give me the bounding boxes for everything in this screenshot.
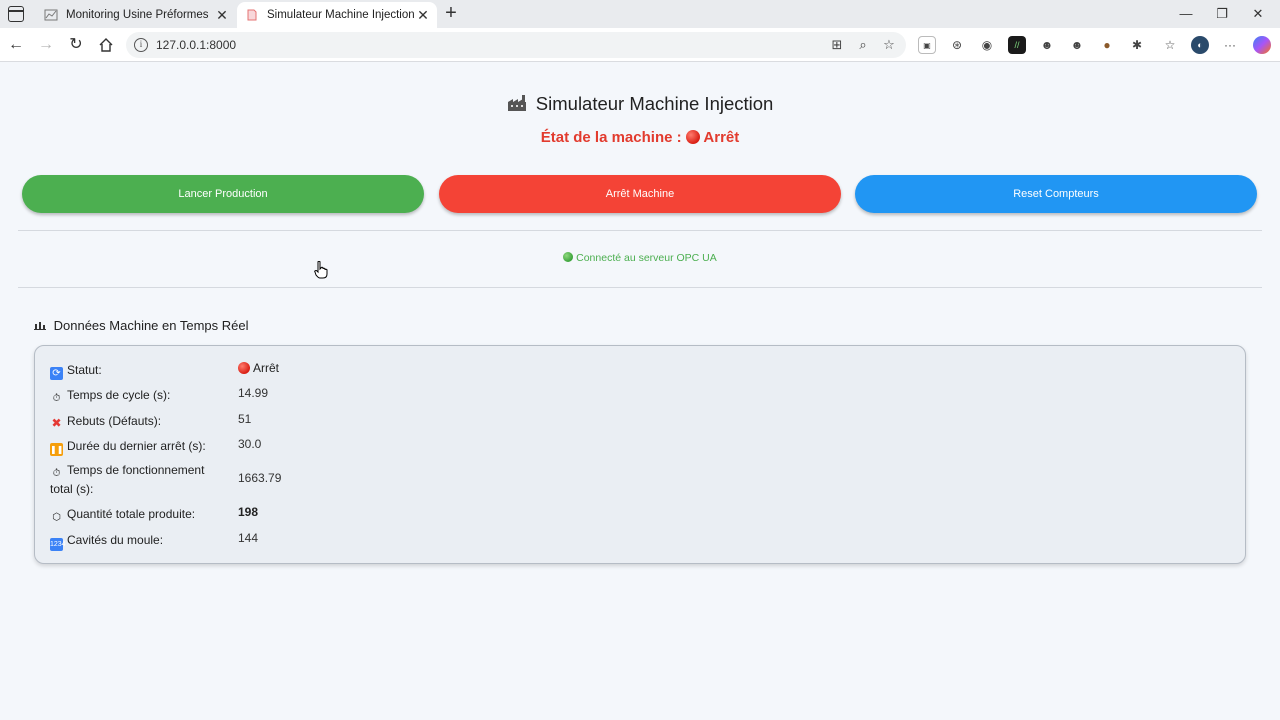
zoom-icon[interactable]: ⌕ [854,36,872,54]
extensions-puzzle-icon[interactable]: ✱ [1128,36,1146,54]
avatar[interactable]: ◐ [1191,36,1209,54]
tab-title: Simulateur Machine Injection [267,9,415,21]
machine-state-label: État de la machine : [540,129,682,146]
tab-monitoring[interactable]: Monitoring Usine Préformes ✕ [36,2,236,28]
new-tab-icon[interactable]: + [442,3,460,23]
extension-icon[interactable]: ☻ [1068,36,1086,54]
page-title-text: Simulateur Machine Injection [535,93,774,114]
cross-mark-icon: ✖ [51,416,62,430]
data-label: ⟳ Statut: [50,361,220,380]
extension-icon[interactable]: ◉ [978,36,996,54]
browser-tab-bar: Monitoring Usine Préformes ✕ Simulateur … [0,0,1280,28]
more-menu-icon[interactable]: ··· [1221,36,1239,54]
extension-icon[interactable]: // [1008,36,1026,54]
extension-icon[interactable]: ▣ [918,36,936,54]
close-window-icon[interactable]: ✕ [1248,4,1268,24]
site-info-icon[interactable]: i [134,38,148,52]
red-circle-icon [238,362,250,374]
data-value: Arrêt [238,361,279,375]
data-value: 51 [238,412,252,426]
minimize-icon[interactable]: — [1176,4,1196,24]
forward-icon[interactable]: → [36,35,56,55]
numbers-icon: 1234 [50,538,66,551]
extension-icon[interactable]: ☻ [1038,36,1056,54]
stop-machine-button[interactable]: Arrêt Machine [439,175,841,213]
opc-connection-status: Connecté au serveur OPC UA [0,252,1280,264]
refresh-arrows-icon: ⟳ [50,367,63,380]
favorite-star-icon[interactable]: ☆ [880,36,898,54]
close-tab-icon[interactable]: ✕ [415,7,431,23]
data-label: 1234Cavités du moule: [50,531,220,551]
page-title: Simulateur Machine Injection [0,93,1280,115]
divider [18,230,1262,231]
page-favicon-icon [245,8,259,22]
chart-favicon-icon [44,8,58,22]
machine-state: État de la machine : Arrêt [0,129,1280,146]
tab-simulateur[interactable]: Simulateur Machine Injection ✕ [237,2,437,28]
data-value: 30.0 [238,437,262,451]
divider [18,287,1262,288]
stopwatch-icon: ⏱ [52,393,61,404]
data-label: ⏱ Temps de cycle (s): [50,386,220,405]
app-available-icon[interactable]: ⊞ [828,36,846,54]
opc-status-text: Connecté au serveur OPC UA [576,252,717,264]
red-circle-icon [685,130,700,144]
timer-icon: ⏱ [52,468,61,479]
extension-icon[interactable]: ⊛ [948,36,966,54]
factory-icon [507,93,536,114]
green-circle-icon [563,252,574,262]
data-label: ⏱ Temps de fonctionnement total (s): [50,463,205,496]
data-value: 144 [238,531,259,545]
copilot-icon[interactable] [1253,36,1271,54]
data-value: 1663.79 [238,471,282,485]
close-tab-icon[interactable]: ✕ [214,7,230,23]
page-content: Simulateur Machine Injection État de la … [0,63,1280,720]
package-icon: ⬡ [52,512,61,523]
data-label: ✖ Rebuts (Défauts): [51,414,162,430]
reset-counters-button[interactable]: Reset Compteurs [855,175,1257,213]
machine-state-value: Arrêt [703,129,740,146]
start-production-button[interactable]: Lancer Production [22,175,424,213]
refresh-icon[interactable]: ↻ [66,35,86,55]
data-value: 198 [238,505,259,519]
restore-icon[interactable]: ❐ [1212,4,1232,24]
section-title: Données Machine en Temps Réel [34,318,249,333]
back-icon[interactable]: ← [6,35,26,55]
bar-chart-icon [34,318,54,333]
data-label: ⬡ Quantité totale produite: [50,505,230,524]
favorites-icon[interactable]: ☆ [1161,36,1179,54]
section-title-text: Données Machine en Temps Réel [53,318,249,333]
tab-title: Monitoring Usine Préformes [66,9,209,21]
browser-toolbar: ← → ↻ i 127.0.0.1:8000 ⊞ ⌕ ☆ ▣ ⊛ ◉ // ☻ … [0,28,1280,62]
data-value: 14.99 [238,386,269,400]
cookie-icon[interactable]: ● [1098,36,1116,54]
address-bar[interactable]: i 127.0.0.1:8000 ⊞ ⌕ ☆ [126,32,906,58]
home-icon[interactable] [96,35,116,55]
machine-data-card: ⟳ Statut: Arrêt ⏱ Temps de cycle (s): 14.9… [34,345,1246,564]
data-label: ❚❚ Durée du dernier arrêt (s): [50,439,206,456]
pause-icon: ❚❚ [50,443,64,456]
url-text: 127.0.0.1:8000 [156,38,237,52]
tab-actions-icon[interactable] [8,6,24,22]
